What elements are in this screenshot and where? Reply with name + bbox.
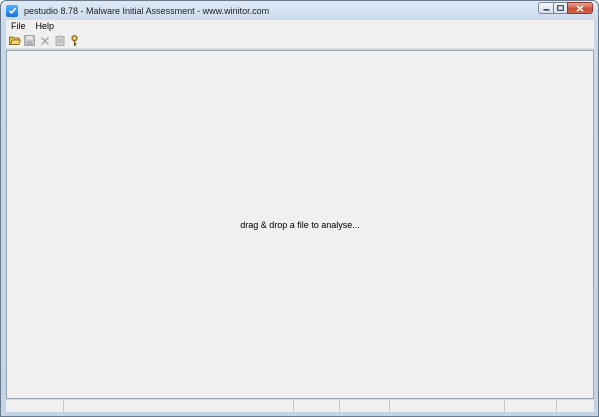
close-button[interactable] — [567, 2, 593, 14]
save-button[interactable] — [23, 34, 36, 47]
settings-key-button[interactable] — [68, 34, 81, 47]
status-pane — [390, 400, 505, 412]
toolbar — [6, 33, 594, 49]
status-bar — [6, 399, 594, 412]
maximize-icon — [557, 5, 564, 11]
pestudio-check-icon[interactable] — [6, 4, 18, 17]
status-pane — [64, 400, 294, 412]
close-icon — [576, 4, 584, 12]
title-bar[interactable]: pestudio 8.78 - Malware Initial Assessme… — [1, 1, 598, 20]
caption-buttons — [538, 2, 593, 14]
save-icon — [24, 35, 35, 46]
status-pane — [340, 400, 390, 412]
open-folder-icon — [8, 36, 21, 45]
clipboard-icon — [55, 35, 64, 46]
close-file-icon — [40, 36, 49, 45]
status-pane — [6, 400, 64, 412]
minimize-button[interactable] — [538, 2, 553, 14]
menu-help[interactable]: Help — [31, 20, 60, 33]
key-icon — [71, 34, 78, 46]
open-file-button[interactable] — [8, 34, 21, 47]
close-file-button[interactable] — [38, 34, 51, 47]
drop-hint-text: drag & drop a file to analyse... — [240, 219, 360, 230]
menu-file[interactable]: File — [6, 20, 31, 33]
maximize-button[interactable] — [553, 2, 567, 14]
copy-button[interactable] — [53, 34, 66, 47]
status-pane — [505, 400, 557, 412]
file-drop-area[interactable]: drag & drop a file to analyse... — [6, 50, 594, 399]
menu-bar: File Help — [6, 20, 594, 33]
minimize-icon — [543, 8, 549, 11]
app-window: pestudio 8.78 - Malware Initial Assessme… — [0, 0, 599, 417]
status-pane — [294, 400, 340, 412]
window-title: pestudio 8.78 - Malware Initial Assessme… — [24, 5, 270, 16]
